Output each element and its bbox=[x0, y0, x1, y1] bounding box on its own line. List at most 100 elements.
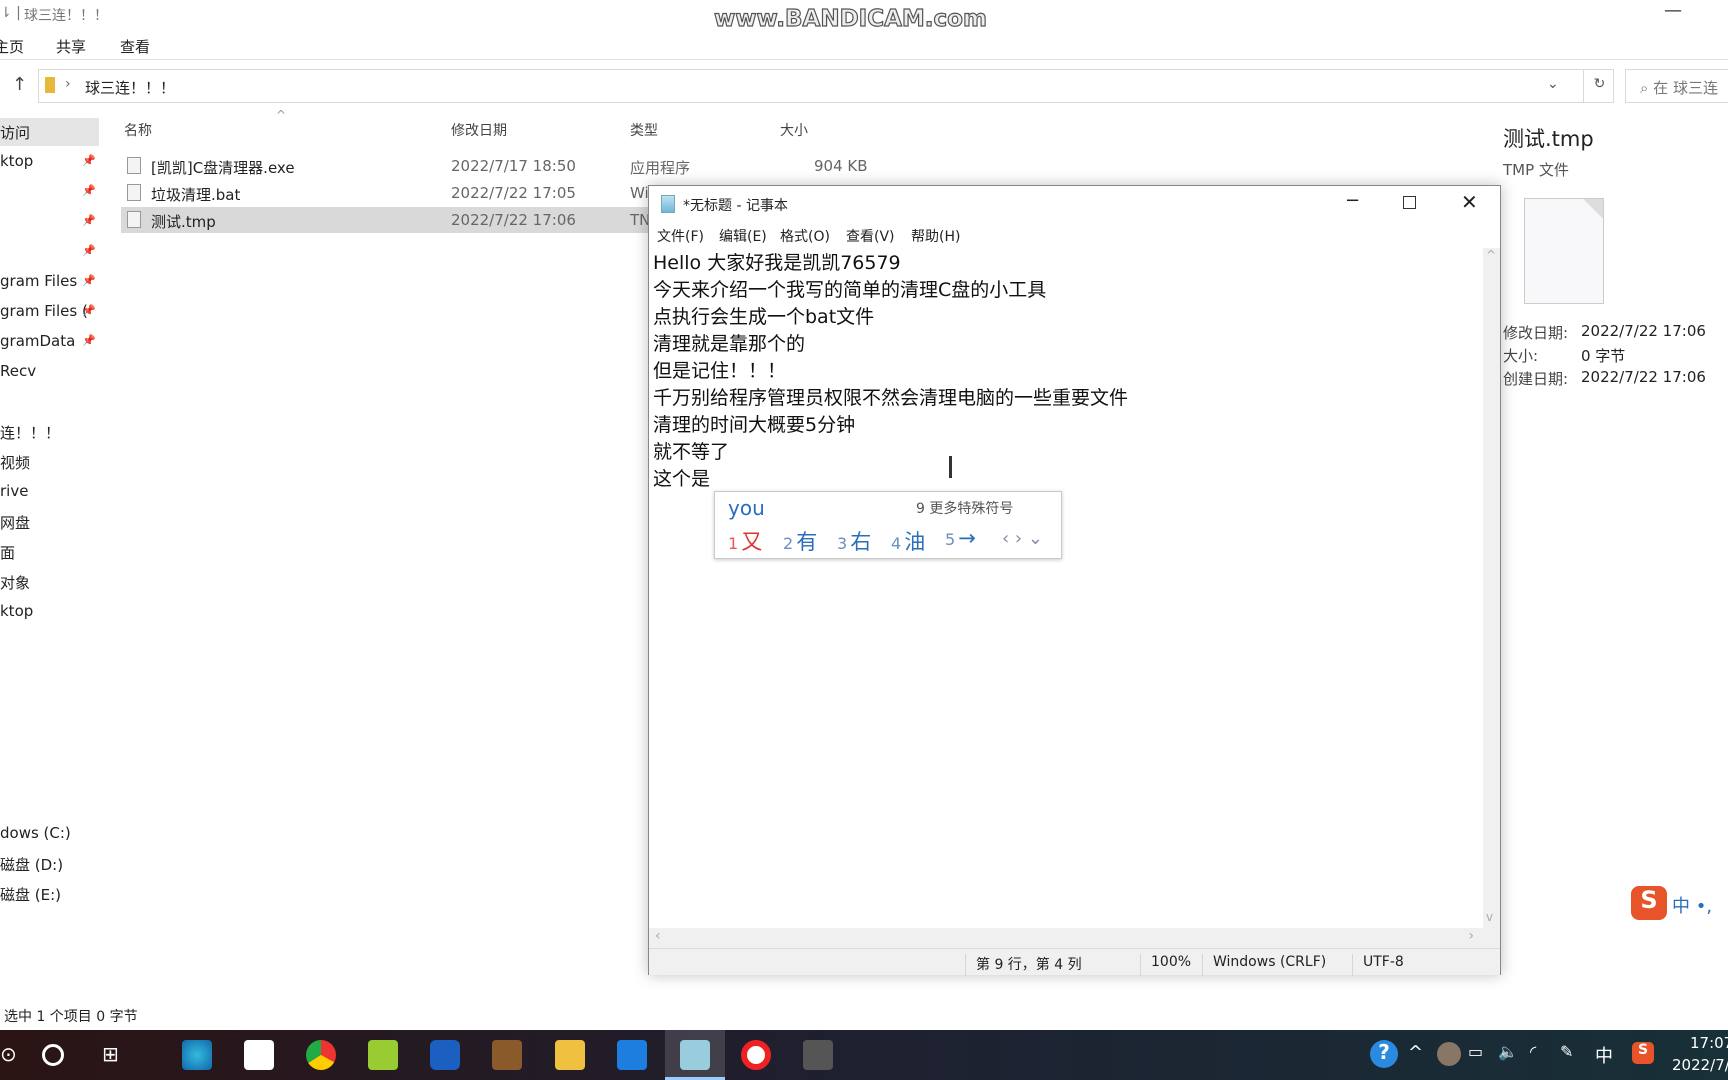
notepad-taskbar-button[interactable] bbox=[665, 1030, 725, 1080]
pin-icon: 📌 bbox=[82, 154, 96, 167]
nav-item[interactable]: 网盘 bbox=[0, 508, 99, 536]
baidu-netdisk-icon[interactable] bbox=[244, 1040, 274, 1070]
tab-view[interactable]: 查看 bbox=[120, 36, 150, 57]
task-view-icon[interactable]: ⊞ bbox=[102, 1042, 119, 1066]
sogou-logo-icon[interactable]: S bbox=[1631, 886, 1667, 920]
column-headers: 名称 ^ 修改日期 类型 大小 bbox=[120, 108, 880, 146]
search-input[interactable]: ⌕ 在 球三连 bbox=[1625, 69, 1728, 103]
tab-home[interactable]: 主页 bbox=[0, 36, 24, 57]
breadcrumb-chevron-icon: › bbox=[65, 76, 71, 92]
text-editor[interactable]: Hello 大家好我是凯凯76579 今天来介绍一个我写的简单的清理C盘的小工具点… bbox=[649, 248, 1483, 928]
notepad-statusbar: 第 9 行，第 4 列 100% Windows (CRLF) UTF-8 bbox=[649, 948, 1500, 976]
nav-item[interactable]: rive bbox=[0, 478, 99, 506]
refresh-icon[interactable]: ↻ bbox=[1583, 70, 1615, 102]
ime-candidate[interactable]: 5 → bbox=[945, 526, 976, 550]
file-name: [凯凯]C盘清理器.exe bbox=[151, 159, 295, 177]
minimize-button[interactable]: − bbox=[1345, 190, 1360, 211]
tab-share[interactable]: 共享 bbox=[56, 36, 86, 57]
maximize-button[interactable] bbox=[1403, 196, 1416, 209]
nav-item[interactable] bbox=[0, 388, 99, 416]
nav-item[interactable]: 对象 bbox=[0, 568, 99, 596]
nav-item[interactable]: 视频 bbox=[0, 448, 99, 476]
nav-drive[interactable]: 磁盘 (E:) bbox=[0, 880, 99, 908]
sogou-status-bar[interactable]: 中 •, bbox=[1672, 892, 1712, 918]
tray-expand-icon[interactable]: ^ bbox=[1408, 1042, 1423, 1063]
ime-page-controls[interactable]: ‹ › ⌄ bbox=[1002, 528, 1043, 549]
field-value: 0 字节 bbox=[1581, 347, 1626, 365]
clock-time[interactable]: 17:07 bbox=[1690, 1034, 1728, 1052]
file-date: 2022/7/17 18:50 bbox=[451, 157, 576, 175]
pin-icon: 📌 bbox=[82, 184, 96, 197]
breadcrumb[interactable]: 球三连！！！ bbox=[85, 77, 175, 98]
text-line: 这个是 bbox=[653, 468, 711, 490]
edge-icon[interactable] bbox=[182, 1040, 212, 1070]
taskbar: ⊙ ⊞ ? ^ ▭ 🔈 ◜ ✎ 中 S 17:07 2022/7/ bbox=[0, 1030, 1728, 1080]
app-icon[interactable] bbox=[803, 1040, 833, 1070]
avatar-tray-icon[interactable] bbox=[1437, 1042, 1461, 1066]
mc-icon[interactable] bbox=[368, 1040, 398, 1070]
ime-candidate[interactable]: 1又 bbox=[728, 526, 762, 556]
file-row[interactable]: [凯凯]C盘清理器.exe 2022/7/17 18:50 应用程序 904 KB bbox=[121, 153, 868, 179]
column-date[interactable]: 修改日期 bbox=[451, 120, 507, 140]
help-icon[interactable]: ? bbox=[1370, 1040, 1398, 1068]
vertical-scrollbar[interactable]: ^ v bbox=[1483, 248, 1500, 928]
cursor-position: 第 9 行，第 4 列 bbox=[965, 954, 1140, 976]
menu-item[interactable]: 查看(V) bbox=[846, 226, 895, 246]
field-label: 创建日期: bbox=[1503, 370, 1569, 388]
nav-item[interactable]: 访问 bbox=[0, 118, 99, 146]
phone-app-icon[interactable] bbox=[617, 1040, 647, 1070]
text-line: 清理的时间大概要5分钟 bbox=[653, 414, 856, 436]
start-button[interactable]: ⊙ bbox=[0, 1042, 17, 1066]
file-row[interactable]: 测试.tmp 2022/7/22 17:06 TN bbox=[121, 207, 651, 233]
nav-item[interactable]: 面 bbox=[0, 538, 99, 566]
minecraft-icon[interactable] bbox=[492, 1040, 522, 1070]
column-name[interactable]: 名称 bbox=[124, 120, 152, 140]
nav-drive[interactable]: 磁盘 (D:) bbox=[0, 850, 99, 878]
file-explorer-icon[interactable] bbox=[555, 1040, 585, 1070]
nav-drive[interactable]: dows (C:) bbox=[0, 820, 99, 848]
chrome-icon[interactable] bbox=[306, 1040, 336, 1070]
volume-icon[interactable]: 🔈 bbox=[1498, 1042, 1518, 1061]
file-name: 测试.tmp bbox=[151, 213, 216, 231]
horizontal-scrollbar[interactable]: ‹ › bbox=[649, 928, 1500, 948]
file-row[interactable]: 垃圾清理.bat 2022/7/22 17:05 Wi bbox=[121, 180, 651, 206]
sogou-tray-icon[interactable]: S bbox=[1632, 1042, 1654, 1064]
ime-more-symbols[interactable]: 9 更多特殊符号 bbox=[916, 498, 1013, 518]
text-line: 今天来介绍一个我写的简单的清理C盘的小工具 bbox=[653, 279, 1047, 301]
menu-item[interactable]: 格式(O) bbox=[780, 226, 830, 246]
title-separator: ⇂ | bbox=[0, 5, 21, 21]
ime-candidate[interactable]: 4油 bbox=[891, 526, 925, 556]
file-icon bbox=[127, 211, 141, 228]
ime-candidate-window: you 9 更多特殊符号 1 又 2 有 3 右 4 油 5 → ‹ › ⌄ bbox=[714, 491, 1062, 559]
candidate-number: 4 bbox=[891, 534, 902, 553]
p-app-icon[interactable] bbox=[430, 1040, 460, 1070]
search-circle-icon[interactable] bbox=[42, 1044, 64, 1066]
menu-item[interactable]: 编辑(E) bbox=[719, 226, 767, 246]
wifi-icon[interactable]: ◜ bbox=[1530, 1042, 1536, 1061]
encoding: UTF-8 bbox=[1352, 954, 1500, 976]
nav-item[interactable]: ktop bbox=[0, 598, 99, 626]
menu-item[interactable]: 帮助(H) bbox=[911, 226, 960, 246]
nav-item[interactable]: 连！！！ bbox=[0, 418, 99, 446]
bandicam-record-icon[interactable] bbox=[741, 1040, 771, 1070]
candidate-text: 右 bbox=[850, 530, 872, 554]
battery-icon[interactable]: ▭ bbox=[1468, 1042, 1483, 1061]
menu-item[interactable]: 文件(F) bbox=[657, 226, 704, 246]
chevron-down-icon[interactable]: ⌄ bbox=[1547, 76, 1559, 92]
pen-icon[interactable]: ✎ bbox=[1560, 1042, 1573, 1061]
close-button[interactable]: ✕ bbox=[1461, 190, 1478, 214]
candidate-number: 3 bbox=[837, 534, 848, 553]
column-size[interactable]: 大小 bbox=[780, 120, 808, 140]
nav-item[interactable]: Recv bbox=[0, 358, 99, 386]
ime-candidate[interactable]: 3右 bbox=[837, 526, 871, 556]
ime-candidate[interactable]: 2有 bbox=[783, 526, 817, 556]
ime-indicator[interactable]: 中 bbox=[1595, 1042, 1613, 1068]
folder-icon bbox=[45, 77, 55, 93]
up-arrow-icon[interactable]: ↑ bbox=[12, 74, 27, 95]
column-type[interactable]: 类型 bbox=[630, 120, 658, 140]
line-ending: Windows (CRLF) bbox=[1202, 954, 1352, 976]
notepad-menubar: 文件(F) 编辑(E) 格式(O) 查看(V) 帮助(H) bbox=[649, 222, 1500, 248]
minimize-button[interactable]: — bbox=[1664, 0, 1682, 21]
address-bar[interactable]: › 球三连！！！ ⌄ ↻ bbox=[38, 69, 1614, 103]
clock-date[interactable]: 2022/7/ bbox=[1672, 1056, 1728, 1074]
